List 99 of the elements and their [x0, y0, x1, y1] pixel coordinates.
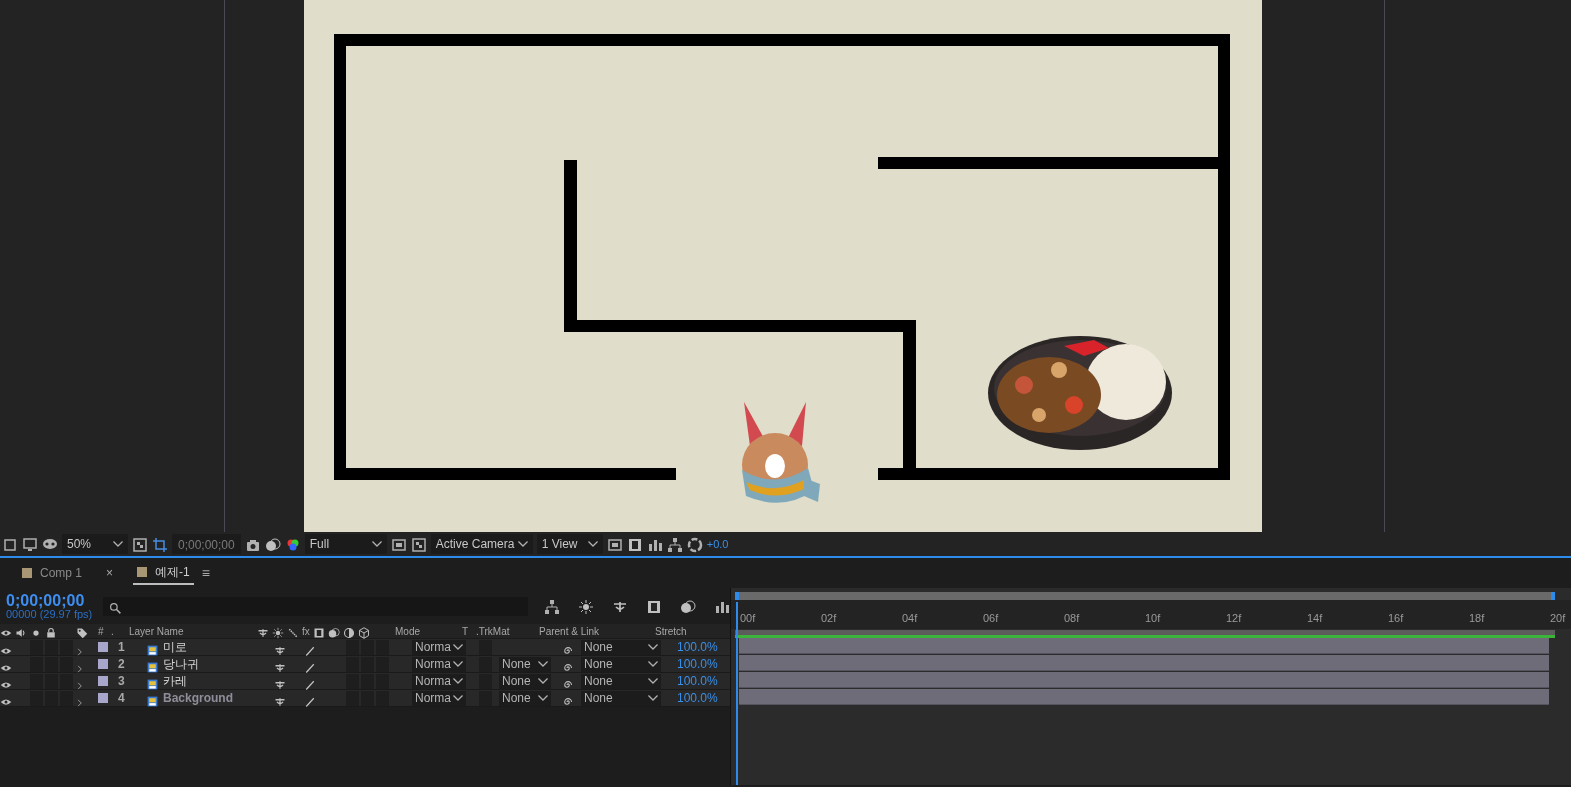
caret-icon — [648, 678, 658, 684]
exposure-icon[interactable] — [686, 536, 703, 552]
parent-dropdown[interactable]: None — [581, 690, 661, 706]
caret-icon — [648, 644, 658, 650]
panel-tab[interactable]: Comp 1 — [18, 562, 87, 584]
ruler-label: 20f — [1550, 611, 1566, 626]
current-time[interactable]: 0;00;00;00 — [6, 592, 103, 609]
fast-preview-icon[interactable] — [626, 536, 643, 552]
ruler-label: 16f — [1388, 611, 1404, 626]
track-matte-dropdown[interactable]: None — [499, 690, 551, 706]
layer-name[interactable]: Background — [163, 689, 233, 707]
layer-number: 4 — [118, 690, 125, 707]
camera-dropdown[interactable]: Active Camera — [430, 534, 533, 554]
caret-icon — [648, 695, 658, 701]
mode-column-header[interactable]: Mode — [395, 623, 420, 639]
3d-layer-icon[interactable] — [357, 625, 370, 637]
stretch-column-header[interactable]: Stretch — [655, 623, 687, 639]
monitor-icon[interactable] — [22, 536, 38, 552]
caret-icon — [371, 541, 382, 547]
ruler-label: 14f — [1307, 611, 1323, 626]
mode-dropdown[interactable]: Norma — [412, 656, 466, 672]
search-field[interactable] — [102, 596, 528, 616]
caret-icon — [453, 678, 463, 684]
region-icon[interactable] — [390, 536, 407, 552]
layer-name-column-header[interactable]: Layer Name — [129, 623, 184, 639]
track-matte-column-header[interactable]: .TrkMat — [476, 623, 510, 639]
parent-dropdown[interactable]: None — [581, 656, 661, 672]
number-column-header[interactable]: # — [98, 623, 104, 639]
caret-icon — [113, 541, 123, 547]
panel-tab[interactable]: 예제-1 — [133, 561, 194, 585]
transparency-grid-icon[interactable] — [410, 536, 427, 552]
mask-icon[interactable] — [42, 536, 58, 552]
track-matte-toggle-header[interactable]: T — [462, 623, 469, 639]
layer-name[interactable]: 미로 — [163, 638, 187, 656]
track-matte-dropdown[interactable]: None — [499, 673, 551, 689]
timecode-field[interactable]: 0;00;00;00 — [172, 534, 241, 554]
ruler-label: 00f — [740, 611, 756, 626]
caret-icon — [648, 661, 658, 667]
collapse-icon[interactable] — [272, 625, 284, 637]
caret-icon — [453, 695, 463, 701]
switch-slot[interactable] — [346, 639, 359, 655]
exposure-value[interactable]: +0.0 — [706, 535, 729, 553]
stretch-value[interactable]: 100.0% — [677, 689, 718, 707]
composition-flow-icon[interactable] — [544, 598, 560, 614]
column-header[interactable]: . — [111, 623, 114, 639]
close-icon[interactable]: × — [106, 564, 114, 582]
ruler-label: 18f — [1469, 611, 1485, 626]
caret-icon — [517, 541, 528, 547]
caret-icon — [453, 644, 463, 650]
ruler-label: 06f — [983, 611, 999, 626]
ruler-label: 02f — [821, 611, 837, 626]
label-color-swatch[interactable] — [98, 659, 108, 669]
track-matte-dropdown[interactable]: None — [499, 656, 551, 672]
ruler-label: 04f — [902, 611, 918, 626]
mode-dropdown[interactable]: Norma — [412, 690, 466, 706]
layer-number: 2 — [118, 656, 125, 673]
switch-slot[interactable] — [361, 639, 374, 655]
adjustment-layer-icon[interactable] — [342, 625, 355, 637]
caret-icon — [538, 661, 548, 667]
frame-rate-label: 00000 (29.97 fps) — [6, 608, 94, 620]
view-layout-dropdown[interactable]: 1 View — [536, 534, 603, 554]
stretch-value[interactable]: 100.0% — [677, 638, 718, 656]
mode-dropdown[interactable]: Norma — [412, 639, 466, 655]
caret-icon — [538, 695, 548, 701]
channel-icon[interactable] — [264, 536, 281, 552]
caret-icon — [453, 661, 463, 667]
stretch-value[interactable]: 100.0% — [677, 655, 718, 673]
mode-dropdown[interactable]: Norma — [412, 673, 466, 689]
ruler-label: 12f — [1226, 611, 1242, 626]
label-color-swatch[interactable] — [98, 642, 108, 652]
draft-3d-icon[interactable] — [578, 598, 594, 614]
resolution-dropdown[interactable]: Full — [304, 534, 387, 554]
zoom-dropdown[interactable]: 50% — [62, 534, 128, 554]
menu-icon[interactable]: ≡ — [201, 562, 210, 584]
layer-number: 1 — [118, 639, 125, 656]
toggle-pixel-icon[interactable] — [606, 536, 623, 552]
layer-name[interactable]: 당나귀 — [163, 655, 199, 673]
parent-dropdown[interactable]: None — [581, 673, 661, 689]
motion-blur-icon[interactable] — [327, 625, 340, 637]
stretch-value[interactable]: 100.0% — [677, 672, 718, 690]
mask-path-icon[interactable] — [152, 536, 168, 552]
ruler-label: 08f — [1064, 611, 1080, 626]
lock-icon[interactable] — [45, 625, 57, 637]
frame-blending-icon[interactable] — [646, 598, 662, 614]
layer-name[interactable]: 카레 — [163, 672, 187, 690]
caret-icon — [538, 678, 548, 684]
label-color-swatch[interactable] — [98, 693, 108, 703]
effects-column-header[interactable]: fx — [302, 623, 310, 639]
layer-number: 3 — [118, 673, 125, 690]
layers-icon[interactable] — [2, 536, 18, 552]
motion-blur-icon[interactable] — [680, 598, 696, 614]
parent-dropdown[interactable]: None — [581, 639, 661, 655]
grid-icon[interactable] — [132, 536, 148, 552]
parent-column-header[interactable]: Parent & Link — [539, 623, 600, 639]
caret-icon — [587, 541, 598, 547]
label-color-swatch[interactable] — [98, 676, 108, 686]
ruler-label: 10f — [1145, 611, 1161, 626]
switch-slot[interactable] — [45, 639, 58, 655]
flowchart-icon[interactable] — [666, 536, 683, 552]
